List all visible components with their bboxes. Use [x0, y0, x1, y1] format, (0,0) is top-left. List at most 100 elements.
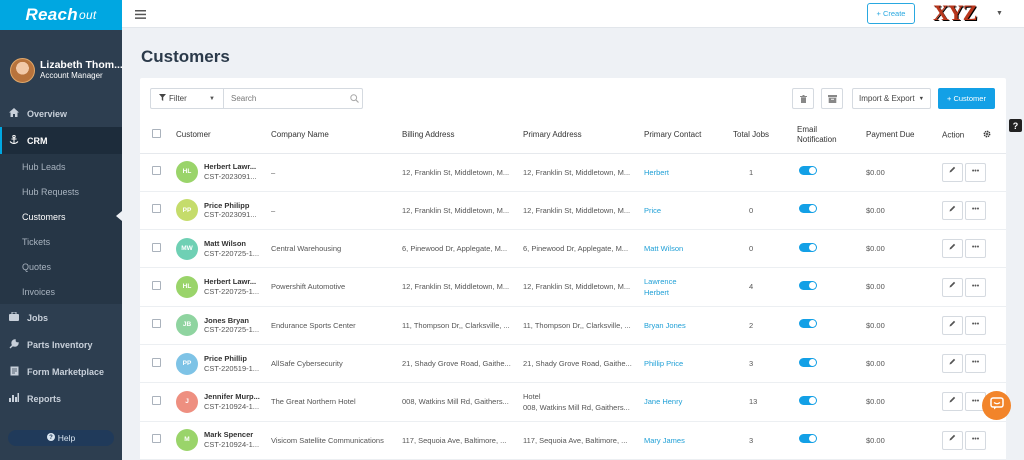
table-row[interactable]: M Mark Spencer CST-210924-1... Visicom Sate…: [140, 421, 1006, 460]
question-icon[interactable]: ?: [1009, 119, 1022, 132]
primary-contact-line2[interactable]: Herbert: [644, 287, 725, 298]
add-customer-button[interactable]: + Customer: [938, 88, 995, 109]
column-header-primary-address[interactable]: Primary Address: [519, 118, 640, 154]
email-notification-toggle[interactable]: [799, 280, 817, 290]
brand-logo[interactable]: Reach out: [0, 0, 122, 30]
row-checkbox[interactable]: [152, 434, 161, 444]
column-header-email-notification[interactable]: Email Notification: [793, 118, 862, 154]
row-checkbox[interactable]: [152, 395, 161, 405]
table-row[interactable]: PP Price Philipp CST-2023091... –12, Frankl…: [140, 191, 1006, 231]
more-options-button[interactable]: •••: [965, 354, 986, 374]
edit-button[interactable]: [942, 277, 963, 297]
customer-cell[interactable]: PP Price Phillip CST-220519-1...: [176, 352, 263, 375]
edit-button[interactable]: [942, 162, 963, 182]
edit-button[interactable]: [942, 430, 963, 450]
sidebar-item-tickets[interactable]: Tickets: [0, 229, 122, 254]
archive-button[interactable]: [821, 88, 843, 109]
more-options-button[interactable]: •••: [965, 277, 986, 297]
email-notification-toggle[interactable]: [799, 434, 817, 444]
table-row[interactable]: MW Matt Wilson CST-220725-1... Central Ware…: [140, 229, 1006, 269]
email-notification-toggle[interactable]: [799, 166, 817, 176]
primary-contact-line1[interactable]: Lawrence: [644, 276, 725, 287]
column-header-customer[interactable]: Customer: [172, 118, 267, 154]
primary-contact-line1[interactable]: Matt Wilson: [644, 243, 725, 254]
edit-button[interactable]: [942, 392, 963, 412]
chevron-down-icon[interactable]: ▼: [996, 10, 1003, 17]
more-options-button[interactable]: •••: [965, 430, 986, 450]
email-notification-toggle[interactable]: [799, 319, 817, 329]
column-header-company[interactable]: Company Name: [267, 118, 398, 154]
filter-button[interactable]: Filter ▼: [151, 89, 224, 108]
column-header-billing-address[interactable]: Billing Address: [398, 118, 519, 154]
sidebar-item-overview[interactable]: Overview: [0, 100, 122, 127]
row-checkbox[interactable]: [152, 319, 161, 329]
primary-contact[interactable]: Price: [640, 191, 729, 231]
column-header-payment-due[interactable]: Payment Due: [862, 118, 938, 154]
row-checkbox[interactable]: [152, 242, 161, 252]
more-options-button[interactable]: •••: [965, 162, 986, 182]
primary-contact[interactable]: Herbert: [640, 153, 729, 192]
primary-contact[interactable]: Bryan Jones: [640, 306, 729, 345]
sidebar-item-hub-requests[interactable]: Hub Requests: [0, 179, 122, 204]
more-options-button[interactable]: •••: [965, 239, 986, 259]
sidebar-item-jobs[interactable]: Jobs: [0, 304, 122, 331]
company-logo[interactable]: XYZ: [933, 2, 977, 24]
primary-contact-line1[interactable]: Jane Henry: [644, 396, 725, 407]
sidebar-item-quotes[interactable]: Quotes: [0, 254, 122, 279]
customer-cell[interactable]: JB Jones Bryan CST-220725-1...: [176, 314, 263, 337]
primary-contact[interactable]: Jane Henry: [640, 382, 729, 422]
sidebar-item-parts-inventory[interactable]: Parts Inventory: [0, 331, 122, 358]
primary-contact-line1[interactable]: Price: [644, 205, 725, 216]
import-export-button[interactable]: Import & Export ▼: [852, 88, 931, 109]
sidebar-item-crm[interactable]: CRM: [0, 127, 122, 154]
sidebar-item-reports[interactable]: Reports: [0, 385, 122, 412]
primary-contact-line1[interactable]: Bryan Jones: [644, 320, 725, 331]
table-row[interactable]: HL Herbert Lawr... CST-2023091... –12, Fran…: [140, 153, 1006, 192]
column-header-primary-contact[interactable]: Primary Contact: [640, 118, 729, 154]
more-options-button[interactable]: •••: [965, 315, 986, 335]
sidebar-item-hub-leads[interactable]: Hub Leads: [0, 154, 122, 179]
primary-contact[interactable]: Phillip Price: [640, 344, 729, 384]
sidebar-item-customers[interactable]: Customers: [0, 204, 122, 229]
table-row[interactable]: PP Price Phillip CST-220519-1... AllSafe Cy…: [140, 344, 1006, 384]
email-notification-toggle[interactable]: [799, 204, 817, 214]
primary-contact[interactable]: Mary James: [640, 421, 729, 460]
sidebar-item-invoices[interactable]: Invoices: [0, 279, 122, 304]
user-profile[interactable]: Lizabeth Thom... Account Manager: [0, 30, 122, 100]
edit-button[interactable]: [942, 200, 963, 220]
customer-cell[interactable]: HL Herbert Lawr... CST-220725-1...: [176, 276, 263, 299]
row-checkbox[interactable]: [152, 280, 161, 290]
sidebar-item-form-marketplace[interactable]: Form Marketplace: [0, 358, 122, 385]
column-header-total-jobs[interactable]: Total Jobs: [729, 118, 793, 154]
row-checkbox[interactable]: [152, 357, 161, 367]
hamburger-menu-icon[interactable]: [135, 8, 146, 21]
row-checkbox[interactable]: [152, 204, 161, 214]
edit-button[interactable]: [942, 315, 963, 335]
customer-cell[interactable]: HL Herbert Lawr... CST-2023091...: [176, 161, 263, 184]
create-button[interactable]: + Create: [867, 3, 915, 24]
table-row[interactable]: J Jennifer Murp... CST-210924-1... The Grea…: [140, 382, 1006, 422]
search-icon[interactable]: [346, 89, 362, 108]
email-notification-toggle[interactable]: [799, 395, 817, 405]
delete-button[interactable]: [792, 88, 814, 109]
customer-cell[interactable]: J Jennifer Murp... CST-210924-1...: [176, 390, 263, 413]
row-checkbox[interactable]: [152, 166, 161, 176]
select-all-checkbox[interactable]: [152, 129, 161, 139]
table-row[interactable]: HL Herbert Lawr... CST-220725-1... Powershi…: [140, 267, 1006, 307]
primary-contact[interactable]: Matt Wilson: [640, 229, 729, 269]
primary-contact-line1[interactable]: Herbert: [644, 167, 725, 178]
primary-contact-line1[interactable]: Mary James: [644, 435, 725, 446]
customer-cell[interactable]: M Mark Spencer CST-210924-1...: [176, 429, 263, 452]
primary-contact-line1[interactable]: Phillip Price: [644, 358, 725, 369]
help-button[interactable]: ? Help: [8, 430, 114, 446]
search-input[interactable]: [224, 89, 346, 108]
gear-icon[interactable]: [983, 130, 991, 141]
edit-button[interactable]: [942, 354, 963, 374]
email-notification-toggle[interactable]: [799, 242, 817, 252]
customer-cell[interactable]: PP Price Philipp CST-2023091...: [176, 199, 263, 222]
chat-button[interactable]: [982, 391, 1011, 420]
edit-button[interactable]: [942, 239, 963, 259]
more-options-button[interactable]: •••: [965, 200, 986, 220]
table-row[interactable]: JB Jones Bryan CST-220725-1... Endurance Sp…: [140, 306, 1006, 345]
primary-contact[interactable]: Lawrence Herbert: [640, 267, 729, 307]
